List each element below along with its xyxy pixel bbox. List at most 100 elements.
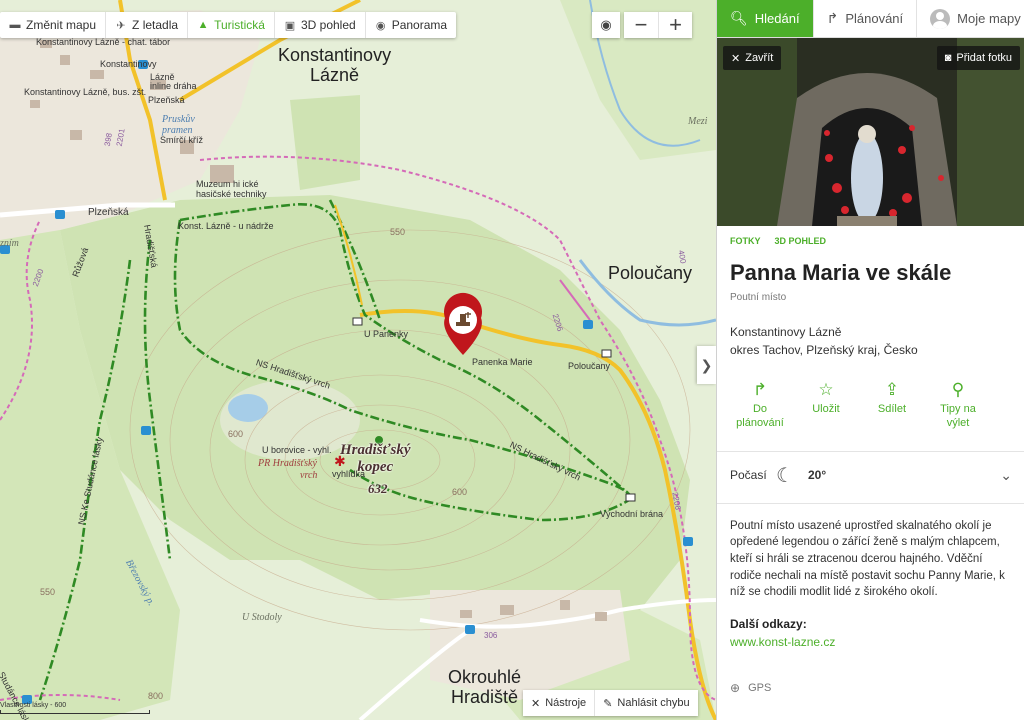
locate-me-button[interactable]: ◉ [592, 12, 620, 38]
share-icon: ⇪ [884, 380, 900, 399]
change-map-button[interactable]: ▬ Změnit mapu [0, 12, 107, 38]
tourist-map-button[interactable]: ▲ Turistická [188, 12, 275, 38]
tools-label: Nástroje [545, 697, 587, 709]
scale-bar [0, 710, 150, 714]
map-label-contour: 550 [40, 587, 56, 597]
camera-icon: ◙ [944, 52, 952, 64]
map-label-viewpoint: vyhlídka [332, 469, 366, 479]
report-error-button[interactable]: ✎ Nahlásit chybu [594, 690, 697, 716]
avatar [930, 8, 951, 29]
external-link[interactable]: www.konst-lazne.cz [717, 631, 1024, 649]
tab-search-label: Hledání [754, 11, 800, 26]
add-photo-label: Přidat fotku [956, 52, 1012, 64]
media-tabs: FOTKY 3D POHLED [717, 226, 1024, 246]
tab-photos[interactable]: FOTKY [730, 236, 761, 246]
chevron-down-icon: ⌄ [1000, 466, 1012, 483]
close-label: Zavřít [745, 52, 774, 64]
action-label: Tipy na [940, 403, 976, 415]
tools-button[interactable]: ✕ Nástroje [523, 690, 594, 716]
place-actions: ↱ Do plánování ☆ Uložit ⇪ Sdílet ⚲ Tipy … [717, 359, 1024, 431]
plane-icon: ✈ [116, 19, 126, 32]
links-heading: Další odkazy: [730, 616, 807, 631]
trip-tips-button[interactable]: ⚲ Tipy na výlet [925, 379, 991, 431]
map-label-town: Poloučany [608, 263, 693, 283]
tab-planning[interactable]: ↱ Plánování [814, 0, 918, 37]
map-label-locality: zním [0, 238, 19, 249]
map-type-toolbar: ▬ Změnit mapu ✈ Z letadla ▲ Turistická ▣ 3D … [0, 12, 457, 38]
panorama-button[interactable]: ◉ Panorama [366, 12, 456, 38]
scale-label: Vlastnosti lásky - 600 [0, 702, 67, 709]
panel-tabs: 🔍︎ Hledání ↱ Plánování Moje mapy [717, 0, 1024, 38]
route-arrow-icon: ↱ [826, 10, 839, 26]
add-photo-button[interactable]: ◙ Přidat fotku [936, 46, 1020, 70]
map-label-reserve: PR Hradišťský [258, 458, 317, 469]
map-label-town: Okrouhlé Hradiště [448, 667, 522, 707]
map-label-road: 400 [676, 249, 688, 265]
change-map-label: Změnit mapu [26, 18, 97, 32]
chevron-right-icon: ❯ [700, 356, 713, 373]
map-label-road: 306 [484, 631, 498, 640]
address-line: Konstantinovy Lázně [730, 325, 842, 339]
map-label-guidepost: U Panenky [364, 329, 409, 339]
map-canvas[interactable]: ✱ Konstantinovy Lázně Poloučany Okrouhlé H… [0, 0, 716, 720]
tab-search[interactable]: 🔍︎ Hledání [717, 0, 814, 37]
target-icon: ◉ [600, 17, 612, 32]
place-description: Poutní místo usazené uprostřed skalnatéh… [717, 502, 1024, 601]
tab-my-maps[interactable]: Moje mapy [917, 0, 1024, 37]
aerial-label: Z letadla [132, 18, 179, 32]
search-icon: 🔍︎ [730, 10, 748, 26]
action-label: plánování [736, 417, 784, 430]
moon-icon: ☾ [776, 464, 794, 487]
tourist-label: Turistická [214, 18, 265, 32]
map-label-stop: Konstantinovy [100, 59, 157, 69]
gps-row[interactable]: ⊕ GPS [717, 649, 1024, 695]
crosshair-icon: ⊕ [730, 680, 741, 695]
map-label-stop: Konstantinovy Lázně, bus. zšt. [24, 87, 147, 97]
action-label: Do [752, 403, 768, 415]
map-label-elevation: 632 [368, 481, 388, 496]
map-bottom-toolbar: ✕ Nástroje ✎ Nahlásit chybu [523, 690, 698, 716]
map-label-spring: Pruskův pramen [162, 114, 195, 136]
3d-view-button[interactable]: ▣ 3D pohled [275, 12, 366, 38]
map-scale: Vlastnosti lásky - 600 [0, 702, 150, 714]
detail-panel: 🔍︎ Hledání ↱ Plánování Moje mapy ✕ Zavřít ◙… [716, 0, 1024, 720]
zoom-in-button[interactable]: + [658, 12, 692, 38]
map-label-contour: 550 [390, 227, 406, 237]
gps-label: GPS [748, 681, 772, 694]
map-label-contour: 600 [228, 429, 244, 439]
tab-3d-view[interactable]: 3D POHLED [775, 236, 827, 246]
cube-icon: ▣ [284, 19, 296, 32]
map-label-poi: Smírčí kříž [160, 135, 203, 145]
place-address: Konstantinovy Lázně okres Tachov, Plzeňs… [717, 303, 1024, 359]
tab-my-maps-label: Moje mapy [957, 11, 1021, 26]
map-label-museum: Muzeum hi ické hasičské techniky [196, 179, 267, 199]
map-label-town: Konstantinovy Lázně [278, 45, 392, 85]
zoom-out-button[interactable]: − [624, 12, 658, 38]
aerial-map-button[interactable]: ✈ Z letadla [106, 12, 189, 38]
eye-icon: ◉ [375, 19, 386, 32]
action-label: výlet [946, 417, 970, 430]
map-label-guidepost: Poloučany [568, 361, 611, 371]
map-label-stop: Konst. Lázně - u nádrže [178, 221, 274, 231]
map-label-stop: inline dráha [150, 81, 197, 91]
weather-temperature: 20° [808, 468, 827, 483]
action-label: Sdílet [877, 403, 907, 415]
close-button[interactable]: ✕ Zavřít [723, 46, 782, 70]
map-label-locality: U Stodoly [242, 612, 282, 623]
3d-label: 3D pohled [300, 18, 356, 32]
weather-row[interactable]: Počasí ☾ 20° ⌄ [717, 450, 1024, 491]
map-label-street: Plzeňská [148, 95, 185, 105]
place-category: Poutní místo [730, 292, 787, 303]
pencil-icon: ✎ [603, 697, 613, 710]
star-icon: ☆ [818, 380, 834, 399]
share-button[interactable]: ⇪ Sdílet [859, 379, 925, 431]
route-arrow-icon: ↱ [752, 380, 768, 399]
save-button[interactable]: ☆ Uložit [793, 379, 859, 431]
place-photo[interactable]: ✕ Zavřít ◙ Přidat fotku [717, 38, 1024, 226]
wrench-icon: ✕ [531, 697, 541, 710]
weather-label: Počasí [730, 468, 767, 483]
action-label: Uložit [812, 403, 840, 415]
add-to-planning-button[interactable]: ↱ Do plánování [727, 379, 793, 431]
panel-collapse-button[interactable]: ❯ [697, 346, 716, 384]
mountain-icon: ▲ [197, 19, 209, 31]
